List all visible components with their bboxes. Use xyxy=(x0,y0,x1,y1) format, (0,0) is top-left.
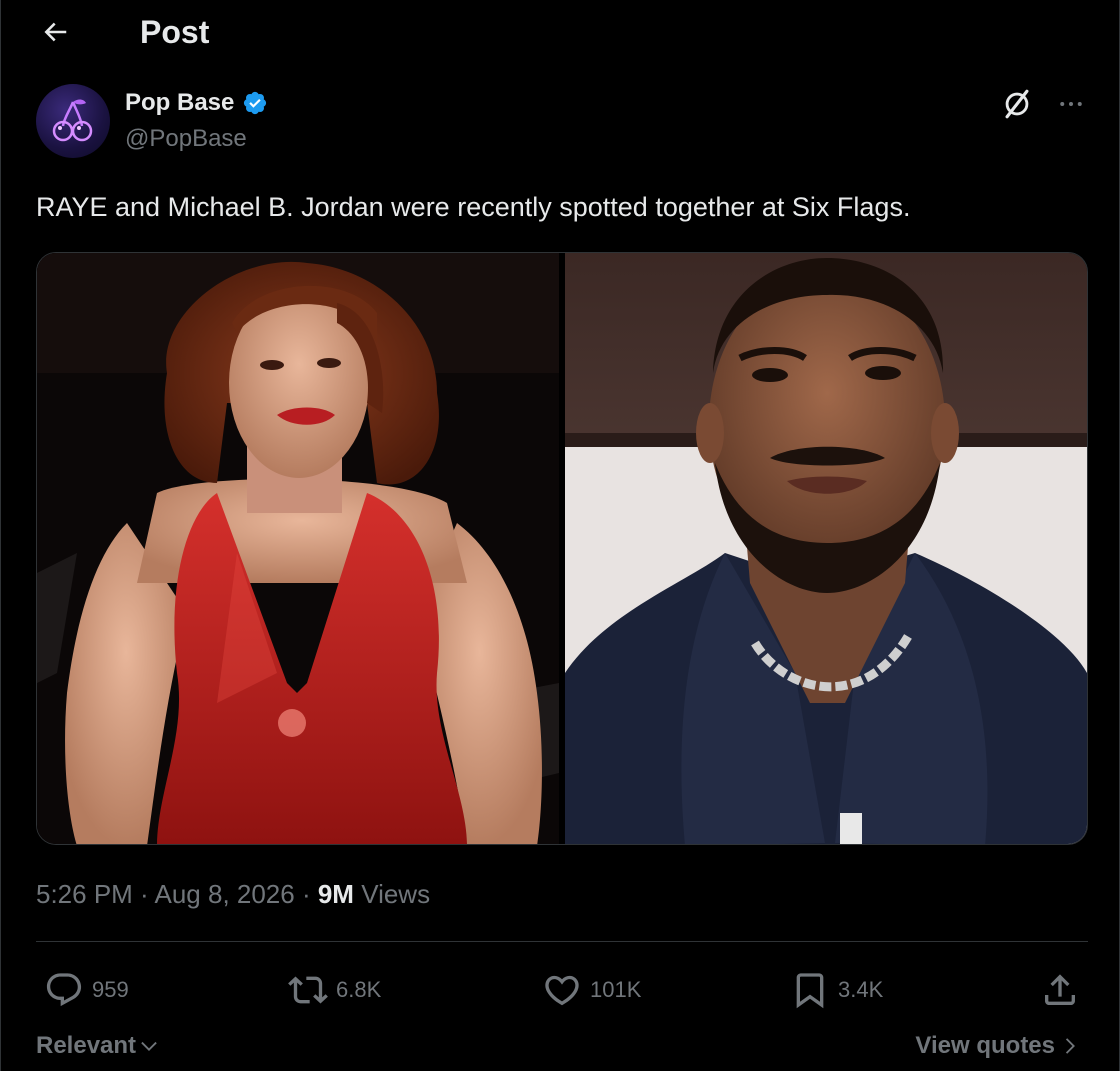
chevron-down-icon xyxy=(141,1041,157,1051)
grok-icon xyxy=(1005,89,1029,119)
verified-badge-icon xyxy=(242,90,268,116)
repost-icon xyxy=(288,976,328,1004)
post-text: RAYE and Michael B. Jordan were recently… xyxy=(36,192,911,222)
author-handle[interactable]: @PopBase xyxy=(125,124,247,154)
avatar[interactable] xyxy=(36,84,110,158)
reply-count: 959 xyxy=(92,977,129,1002)
post-timestamp[interactable]: 5:26 PM · Aug 8, 2026 · xyxy=(36,879,318,909)
view-quotes-link[interactable]: View quotes xyxy=(915,1028,1081,1064)
chevron-right-icon xyxy=(1065,1038,1075,1054)
grok-button[interactable] xyxy=(999,86,1035,122)
post-media xyxy=(36,252,1088,845)
bookmark-count: 3.4K xyxy=(838,977,884,1002)
like-button[interactable]: 101K xyxy=(542,964,641,1016)
post-meta: 5:26 PM · Aug 8, 2026 · 9M Views xyxy=(36,876,430,912)
back-button[interactable] xyxy=(35,12,75,52)
reply-button[interactable]: 959 xyxy=(44,964,129,1016)
action-bar: 959 6.8K 101K 3.4K xyxy=(36,964,1088,1016)
bookmark-button[interactable]: 3.4K xyxy=(790,964,883,1016)
sort-label: Relevant xyxy=(36,1032,137,1059)
share-icon xyxy=(1045,974,1075,1005)
sort-replies-dropdown[interactable]: Relevant xyxy=(36,1028,160,1064)
arrow-left-icon xyxy=(44,22,67,42)
repost-count: 6.8K xyxy=(336,977,382,1002)
like-count: 101K xyxy=(590,977,642,1002)
page-header: Post xyxy=(1,0,1119,64)
post-page: Post Pop Base @PopBase RAYE and Michael … xyxy=(0,0,1120,1071)
photo-raye[interactable] xyxy=(37,253,559,844)
bookmark-icon xyxy=(796,973,824,1009)
views-label: Views xyxy=(353,879,431,909)
reply-icon xyxy=(46,973,82,1007)
raye-photo-image xyxy=(37,253,559,844)
page-title: Post xyxy=(140,14,210,50)
cherry-logo-icon xyxy=(52,99,93,142)
more-dots-icon xyxy=(1060,102,1082,106)
views-count[interactable]: 9M xyxy=(318,879,354,909)
more-options-button[interactable] xyxy=(1053,86,1089,122)
photo-michael-b-jordan[interactable] xyxy=(565,253,1087,844)
share-button[interactable] xyxy=(1040,964,1080,1016)
divider xyxy=(36,941,1088,942)
author-name[interactable]: Pop Base xyxy=(125,88,268,118)
repost-button[interactable]: 6.8K xyxy=(288,964,381,1016)
michael-photo-image xyxy=(565,253,1087,844)
author-name-text: Pop Base xyxy=(125,89,235,116)
heart-icon xyxy=(545,975,579,1006)
view-quotes-label: View quotes xyxy=(915,1032,1055,1059)
